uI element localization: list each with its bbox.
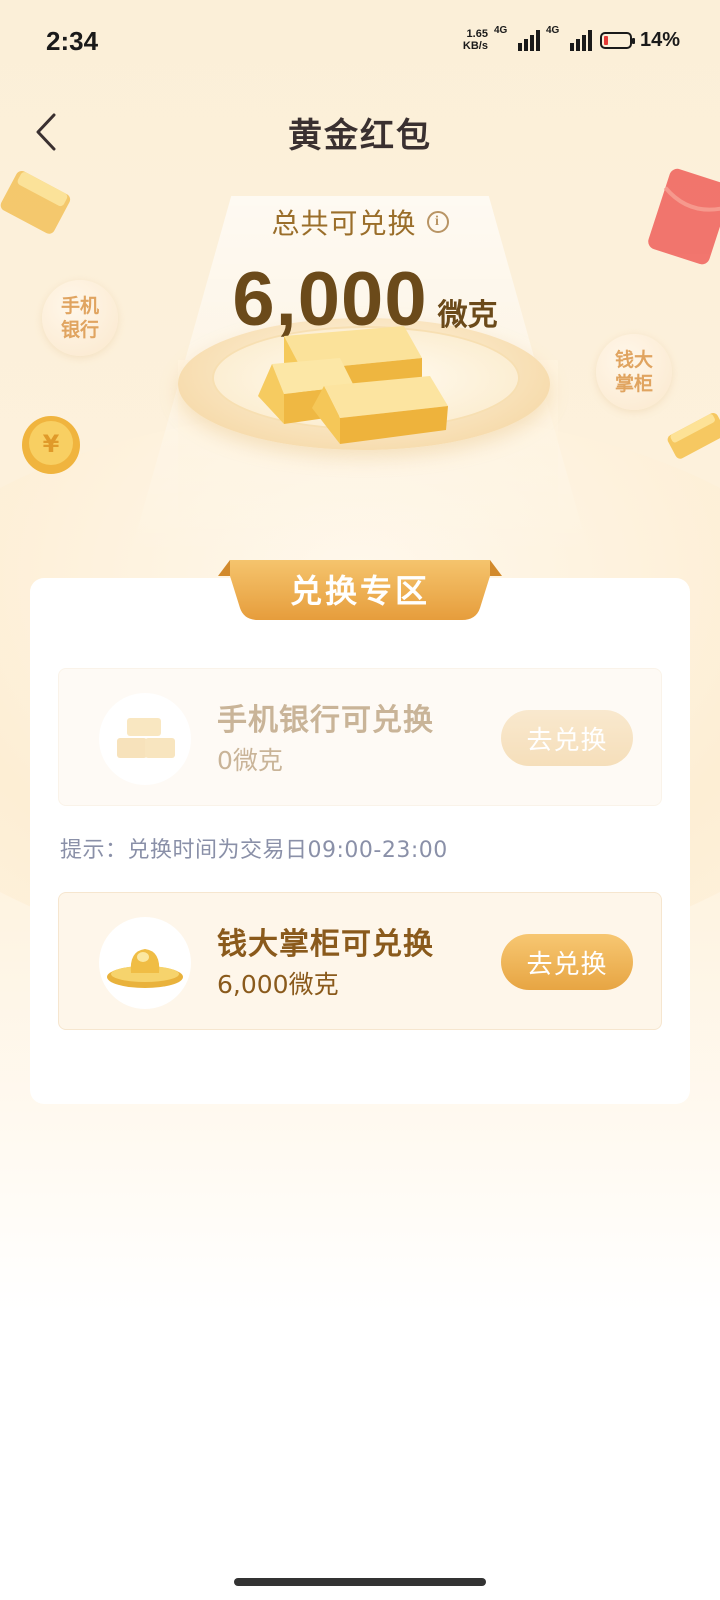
status-bar: 2:34 1.65 KB/s 4G 4G 14% (0, 0, 720, 88)
exchange-time-tip: 提示：兑换时间为交易日09:00-23:00 (60, 838, 448, 863)
back-button[interactable] (24, 108, 68, 156)
exchange-button-qian-da-zhang-gui[interactable]: 去兑换 (501, 934, 633, 990)
exchange-button-mobile-bank[interactable]: 去兑换 (501, 710, 633, 766)
page-title: 黄金红包 (288, 116, 432, 156)
gold-ingot-icon (107, 949, 183, 988)
gold-bar-deco-right-icon (667, 412, 720, 459)
item-thumbnail (99, 917, 191, 1009)
item-amount: 6,000微克 (217, 970, 339, 999)
battery-percent: 14% (639, 28, 680, 51)
network-speed-value: 1.65 (466, 28, 488, 40)
network-speed-unit: KB/s (462, 40, 488, 52)
gold-bars-icon (258, 326, 448, 444)
section-title: 兑换专区 (289, 572, 430, 610)
qian-da-zhang-gui-bubble[interactable]: 钱大 掌柜 (596, 334, 672, 410)
gold-coin-deco-icon: ¥ (22, 416, 80, 474)
signal-1-tag: 4G (493, 25, 508, 36)
signal-2-icon: 4G (546, 25, 592, 51)
total-exchangeable-label: 总共可兑换 i (0, 202, 720, 242)
info-icon[interactable]: i (426, 211, 449, 233)
home-indicator[interactable] (234, 1578, 486, 1586)
mobile-bank-bubble[interactable]: 手机 银行 (42, 280, 118, 356)
status-indicators: 1.65 KB/s 4G 4G 14% (463, 25, 680, 52)
gold-bars-icon (117, 718, 175, 758)
chevron-left-icon (36, 113, 56, 151)
exchange-item-mobile-bank: 手机银行可兑换 0微克 去兑换 (58, 668, 662, 806)
item-thumbnail (99, 693, 191, 785)
item-amount: 0微克 (217, 746, 283, 775)
svg-text:¥: ¥ (43, 430, 60, 458)
total-label-text: 总共可兑换 (271, 207, 417, 240)
network-speed: 1.65 KB/s (463, 28, 488, 52)
battery-icon (599, 31, 635, 49)
signal-1-icon: 4G (494, 25, 540, 51)
exchange-item-qian-da-zhang-gui: 钱大掌柜可兑换 6,000微克 去兑换 (58, 892, 662, 1030)
item-title: 钱大掌柜可兑换 (217, 927, 434, 962)
status-time: 2:34 (46, 26, 99, 56)
item-title: 手机银行可兑换 (217, 703, 434, 738)
golden-red-packet-screen: ¥ 2:34 1.65 KB/s 4G 4G 14% 黄金红包 总共可兑换 i … (0, 0, 720, 1600)
signal-2-tag: 4G (545, 25, 560, 36)
